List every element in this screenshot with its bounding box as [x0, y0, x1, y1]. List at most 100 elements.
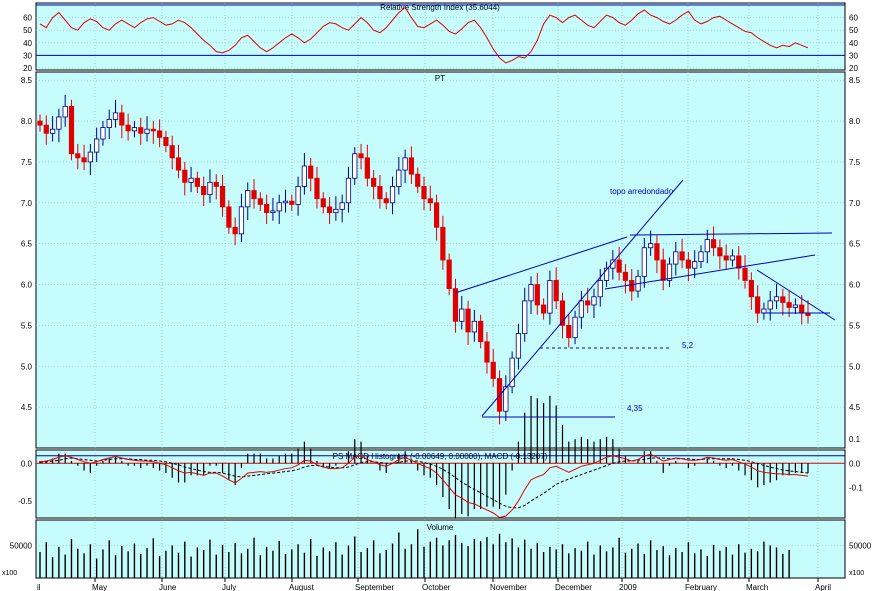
candle-body: [591, 296, 597, 306]
candle-body: [534, 284, 540, 306]
candle-body: [484, 341, 490, 363]
candle-body: [87, 151, 93, 163]
candle-body: [138, 127, 144, 134]
price-tick-right: 5.5: [849, 321, 861, 330]
candle-body: [452, 288, 459, 322]
candle-body: [182, 169, 188, 183]
candle-body: [616, 259, 622, 273]
candle-body: [389, 186, 396, 204]
candle-body: [163, 136, 169, 146]
candle-body: [282, 200, 289, 204]
candle-body: [622, 271, 629, 281]
candle-body: [446, 259, 452, 290]
candle-body: [433, 202, 440, 228]
candle-body: [377, 186, 383, 200]
annotation-support-4-35: 4,35: [627, 404, 643, 413]
rsi-tick-right: 50: [849, 26, 858, 35]
price-tick-right: 8.5: [849, 76, 861, 85]
price-tick-right: 6.0: [849, 281, 861, 290]
candle-body: [207, 181, 213, 196]
candle-body: [56, 116, 62, 130]
panel-rsi: [35, 2, 846, 71]
volume-tick-right: 50000: [849, 542, 872, 551]
price-tick-right: 4.5: [849, 403, 861, 412]
candle-body: [213, 181, 219, 187]
candle-body: [364, 157, 370, 179]
candle-body: [578, 300, 584, 318]
price-tick-left: 6.0: [21, 281, 33, 290]
rsi-tick-right: 30: [849, 51, 858, 60]
candle-body: [289, 200, 295, 205]
candle-body: [396, 169, 402, 187]
candle-body: [43, 124, 49, 134]
candle-body: [541, 304, 547, 314]
candle-body: [660, 259, 666, 281]
volume-scale-left: x100: [2, 570, 17, 577]
candle-body: [755, 296, 761, 314]
candle-body: [100, 127, 106, 140]
candle-body: [553, 280, 559, 302]
rsi-tick-left: 60: [23, 14, 32, 23]
candle-body: [219, 186, 226, 208]
candle-body: [421, 186, 427, 200]
candle-body: [257, 198, 263, 205]
price-tick-left: 7.5: [21, 158, 33, 167]
candle-body: [201, 186, 207, 196]
candle-body: [440, 226, 446, 261]
candle-body: [685, 259, 691, 269]
macd-tick-right: 0.0: [849, 459, 861, 468]
candle-body: [415, 173, 421, 187]
candle-body: [144, 128, 150, 134]
price-tick-right: 7.0: [849, 199, 861, 208]
candle-body: [314, 177, 320, 200]
annotation-topo: topo arredondado: [610, 187, 674, 196]
candle-body: [232, 226, 238, 235]
price-tick-right: 5.0: [849, 362, 861, 371]
candle-body: [131, 127, 138, 132]
month-label: March: [746, 583, 768, 591]
month-label: 2009: [619, 583, 637, 591]
candle-body: [736, 255, 742, 269]
candle-body: [81, 157, 87, 163]
candle-body: [648, 243, 654, 249]
candle-body: [352, 153, 358, 179]
candle-body: [125, 124, 131, 132]
price-tick-right: 7.5: [849, 158, 861, 167]
candle-body: [194, 177, 200, 187]
candle-body: [679, 251, 685, 261]
month-label: February: [685, 583, 717, 591]
macd-tick-left: 0.0: [21, 459, 33, 468]
candle-body: [478, 320, 484, 343]
rsi-tick-right: 20: [849, 64, 858, 73]
candle-body: [792, 304, 799, 308]
candle-body: [37, 120, 43, 126]
candle-body: [320, 198, 326, 208]
rsi-tick-left: 40: [23, 39, 32, 48]
price-tick-left: 8.0: [21, 117, 33, 126]
candle-body: [723, 255, 729, 261]
candle-body: [157, 130, 163, 138]
month-label: October: [422, 583, 451, 591]
candle-body: [49, 128, 56, 134]
candle-body: [333, 208, 339, 213]
candle-body: [276, 202, 282, 212]
candle-body: [710, 239, 717, 249]
price-tick-right: 6.5: [849, 240, 861, 249]
candle-body: [748, 280, 754, 298]
candle-body: [780, 296, 786, 303]
candle-body: [345, 177, 352, 204]
month-label: November: [490, 583, 527, 591]
price-tick-left: 5.0: [21, 362, 33, 371]
candle-body: [94, 138, 100, 153]
candle-body: [786, 302, 792, 308]
candle-body: [112, 112, 119, 120]
rsi-title: Relative Strength Index (35.6044): [380, 3, 500, 12]
candle-body: [597, 280, 603, 298]
candle-body: [62, 105, 68, 118]
candle-body: [629, 280, 635, 292]
price-tick-left: 6.5: [21, 240, 33, 249]
candle-body: [75, 153, 81, 159]
candle-body: [522, 300, 528, 334]
candle-body: [427, 198, 433, 204]
candle-body: [169, 145, 175, 159]
